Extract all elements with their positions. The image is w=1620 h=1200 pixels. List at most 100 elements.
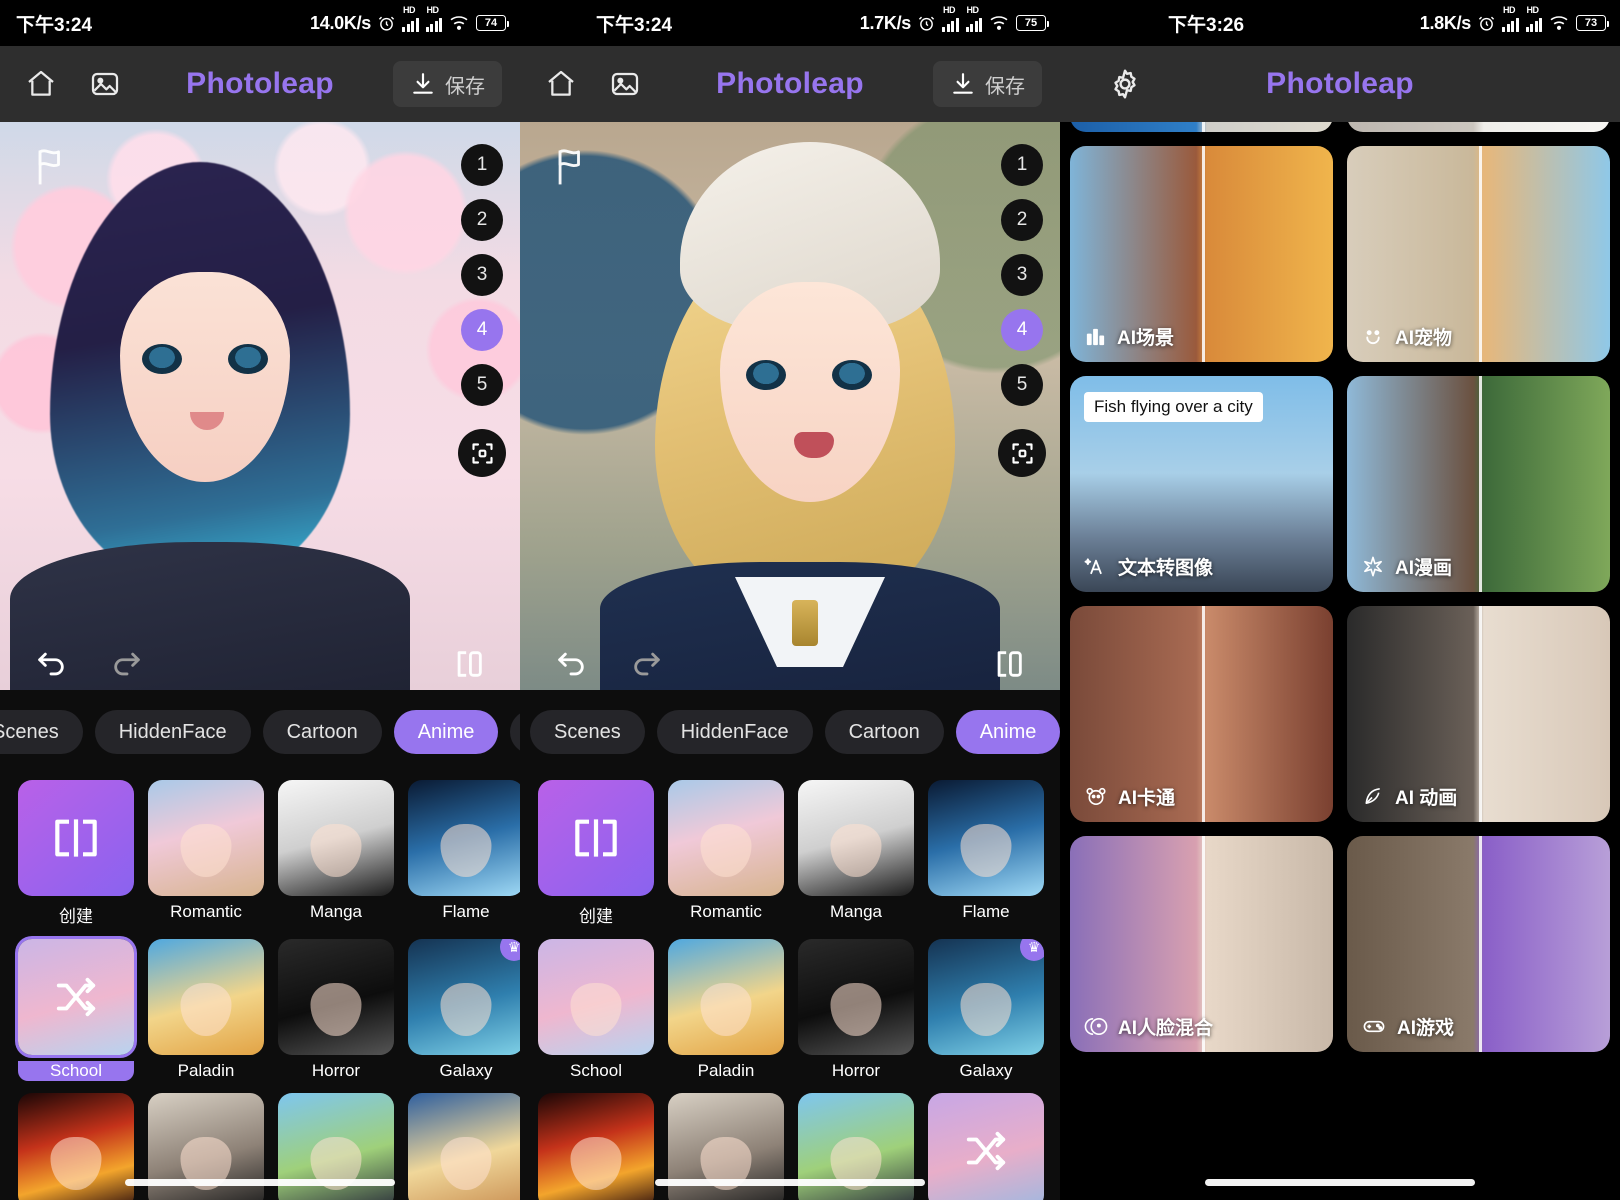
undo-icon[interactable] xyxy=(554,647,588,681)
home-icon[interactable] xyxy=(18,61,64,107)
chip-scenes[interactable]: Scenes xyxy=(0,710,83,754)
style-tile-flame[interactable]: Flame xyxy=(408,780,520,927)
redo-icon[interactable] xyxy=(630,647,664,681)
style-label: Horror xyxy=(831,1061,881,1080)
variation-rail[interactable]: 1 2 3 4 5 xyxy=(998,144,1046,477)
save-button[interactable]: 保存 xyxy=(393,61,502,107)
style-tile-create[interactable]: 创建 xyxy=(18,780,134,927)
undo-icon[interactable] xyxy=(34,647,68,681)
home-icon[interactable] xyxy=(538,61,584,107)
variation-4-active[interactable]: 4 xyxy=(461,309,503,351)
style-row-1: 创建 Romantic Manga Flame xyxy=(520,780,1060,939)
style-tile-r3-4[interactable] xyxy=(408,1093,520,1200)
network-speed: 14.0K/s xyxy=(310,12,371,33)
variation-2[interactable]: 2 xyxy=(461,199,503,241)
signal-2-icon: HD xyxy=(1525,5,1542,32)
style-category-chips[interactable]: Scenes HiddenFace Cartoon Anime Comic xyxy=(520,690,1060,774)
style-tile-paladin[interactable]: Paladin xyxy=(668,939,784,1081)
style-tile-school[interactable]: School xyxy=(538,939,654,1081)
style-row-2: School Paladin Horror ♛ Galaxy xyxy=(0,939,520,1093)
compare-icon[interactable] xyxy=(452,647,486,681)
save-button[interactable]: 保存 xyxy=(933,61,1042,107)
card-ai-comic[interactable]: AI漫画 xyxy=(1347,376,1610,592)
canvas-toolbar xyxy=(0,638,520,690)
shuffle-icon xyxy=(928,1093,1044,1200)
variation-5[interactable]: 5 xyxy=(1001,364,1043,406)
settings-icon[interactable] xyxy=(1102,61,1148,107)
variation-1[interactable]: 1 xyxy=(1001,144,1043,186)
create-icon xyxy=(538,780,654,896)
style-label: Paladin xyxy=(697,1061,755,1080)
app-bar: Photoleap 保存 xyxy=(0,46,520,122)
chip-cartoon[interactable]: Cartoon xyxy=(824,710,944,754)
style-tile-manga[interactable]: Manga xyxy=(278,780,394,927)
card-ai-cartoon[interactable]: AI卡通 xyxy=(1070,606,1333,822)
expand-icon[interactable] xyxy=(458,429,506,477)
chip-scenes[interactable]: Scenes xyxy=(530,710,645,754)
gallery-icon[interactable] xyxy=(82,61,128,107)
card-label-text: AI游戏 xyxy=(1397,1018,1455,1039)
style-tile-create[interactable]: 创建 xyxy=(538,780,654,927)
card-ai-game[interactable]: AI游戏 xyxy=(1347,836,1610,1052)
card-ai-face-mix[interactable]: AI人脸混合 xyxy=(1070,836,1333,1052)
variation-3[interactable]: 3 xyxy=(461,254,503,296)
app-bar: Photoleap 保存 xyxy=(520,46,1060,122)
card-label: AI游戏 xyxy=(1361,1013,1454,1040)
variation-rail[interactable]: 1 2 3 4 5 xyxy=(458,144,506,477)
style-tile-r3-1[interactable] xyxy=(18,1093,134,1200)
save-label: 保存 xyxy=(445,75,485,98)
network-speed: 1.8K/s xyxy=(1419,12,1472,33)
variation-5[interactable]: 5 xyxy=(461,364,503,406)
style-category-chips[interactable]: Scenes HiddenFace Cartoon Anime Comic xyxy=(0,690,520,774)
chip-hiddenface[interactable]: HiddenFace xyxy=(656,710,813,754)
card-ai-scene[interactable]: AI场景 xyxy=(1070,146,1333,362)
card-label-text: 文本转图像 xyxy=(1118,558,1214,579)
flag-icon[interactable] xyxy=(553,146,587,191)
edited-image-cherry-blossom xyxy=(0,122,520,690)
status-bar: 下午3:24 14.0K/s HD HD 74 xyxy=(0,0,520,46)
style-tile-horror[interactable]: Horror xyxy=(278,939,394,1081)
chip-anime[interactable]: Anime xyxy=(955,710,1060,754)
style-tile-galaxy[interactable]: ♛ Galaxy xyxy=(408,939,520,1081)
style-tile-romantic[interactable]: Romantic xyxy=(148,780,264,927)
wifi-icon xyxy=(449,15,469,31)
card-ai-pet[interactable]: AI宠物 xyxy=(1347,146,1610,362)
card-label-text: AI场景 xyxy=(1117,328,1175,349)
compare-icon[interactable] xyxy=(992,647,1026,681)
style-tile-paladin[interactable]: Paladin xyxy=(148,939,264,1081)
style-label: Manga xyxy=(310,902,362,921)
style-tile-horror[interactable]: Horror xyxy=(798,939,914,1081)
signal-2-icon: HD xyxy=(965,5,982,32)
style-tile-school-selected[interactable]: School xyxy=(18,939,134,1081)
card-ai-transform[interactable]: AI转换 xyxy=(1070,122,1333,132)
style-tile-flame[interactable]: Flame xyxy=(928,780,1044,927)
edited-image-blonde-girl xyxy=(520,122,1060,690)
style-tile-galaxy[interactable]: ♛ Galaxy xyxy=(928,939,1044,1081)
style-tile-manga[interactable]: Manga xyxy=(798,780,914,927)
battery-level: 74 xyxy=(484,17,498,29)
card-ai-clothing[interactable]: AI 服装 xyxy=(1347,122,1610,132)
chip-hiddenface[interactable]: HiddenFace xyxy=(94,710,251,754)
expand-icon[interactable] xyxy=(998,429,1046,477)
variation-3[interactable]: 3 xyxy=(1001,254,1043,296)
pro-crown-badge: ♛ xyxy=(500,939,520,961)
style-tile-romantic[interactable]: Romantic xyxy=(668,780,784,927)
discover-grid: AI转换 AI 服装 A xyxy=(1060,122,1620,1200)
chip-anime[interactable]: Anime xyxy=(393,710,499,754)
three-panel-screenshot: 下午3:24 14.0K/s HD HD 74 Photoleap 保存 1 2… xyxy=(0,0,1620,1200)
style-tile-r3-shuffle[interactable] xyxy=(928,1093,1044,1200)
variation-1[interactable]: 1 xyxy=(461,144,503,186)
style-tile-r3-1[interactable] xyxy=(538,1093,654,1200)
card-ai-animation[interactable]: AI 动画 xyxy=(1347,606,1610,822)
gallery-icon[interactable] xyxy=(602,61,648,107)
chip-cartoon[interactable]: Cartoon xyxy=(262,710,382,754)
chip-comic[interactable]: Comic xyxy=(510,710,520,754)
editor-canvas[interactable]: 1 2 3 4 5 xyxy=(520,122,1060,690)
card-text-to-image[interactable]: Fish flying over a city 文本转图像 xyxy=(1070,376,1333,592)
redo-icon[interactable] xyxy=(110,647,144,681)
editor-canvas[interactable]: 1 2 3 4 5 xyxy=(0,122,520,690)
panel-editor-middle: 下午3:24 1.7K/s HD HD 75 Photoleap 保存 1 2 … xyxy=(520,0,1060,1200)
variation-4-active[interactable]: 4 xyxy=(1001,309,1043,351)
flag-icon[interactable] xyxy=(33,146,67,191)
variation-2[interactable]: 2 xyxy=(1001,199,1043,241)
